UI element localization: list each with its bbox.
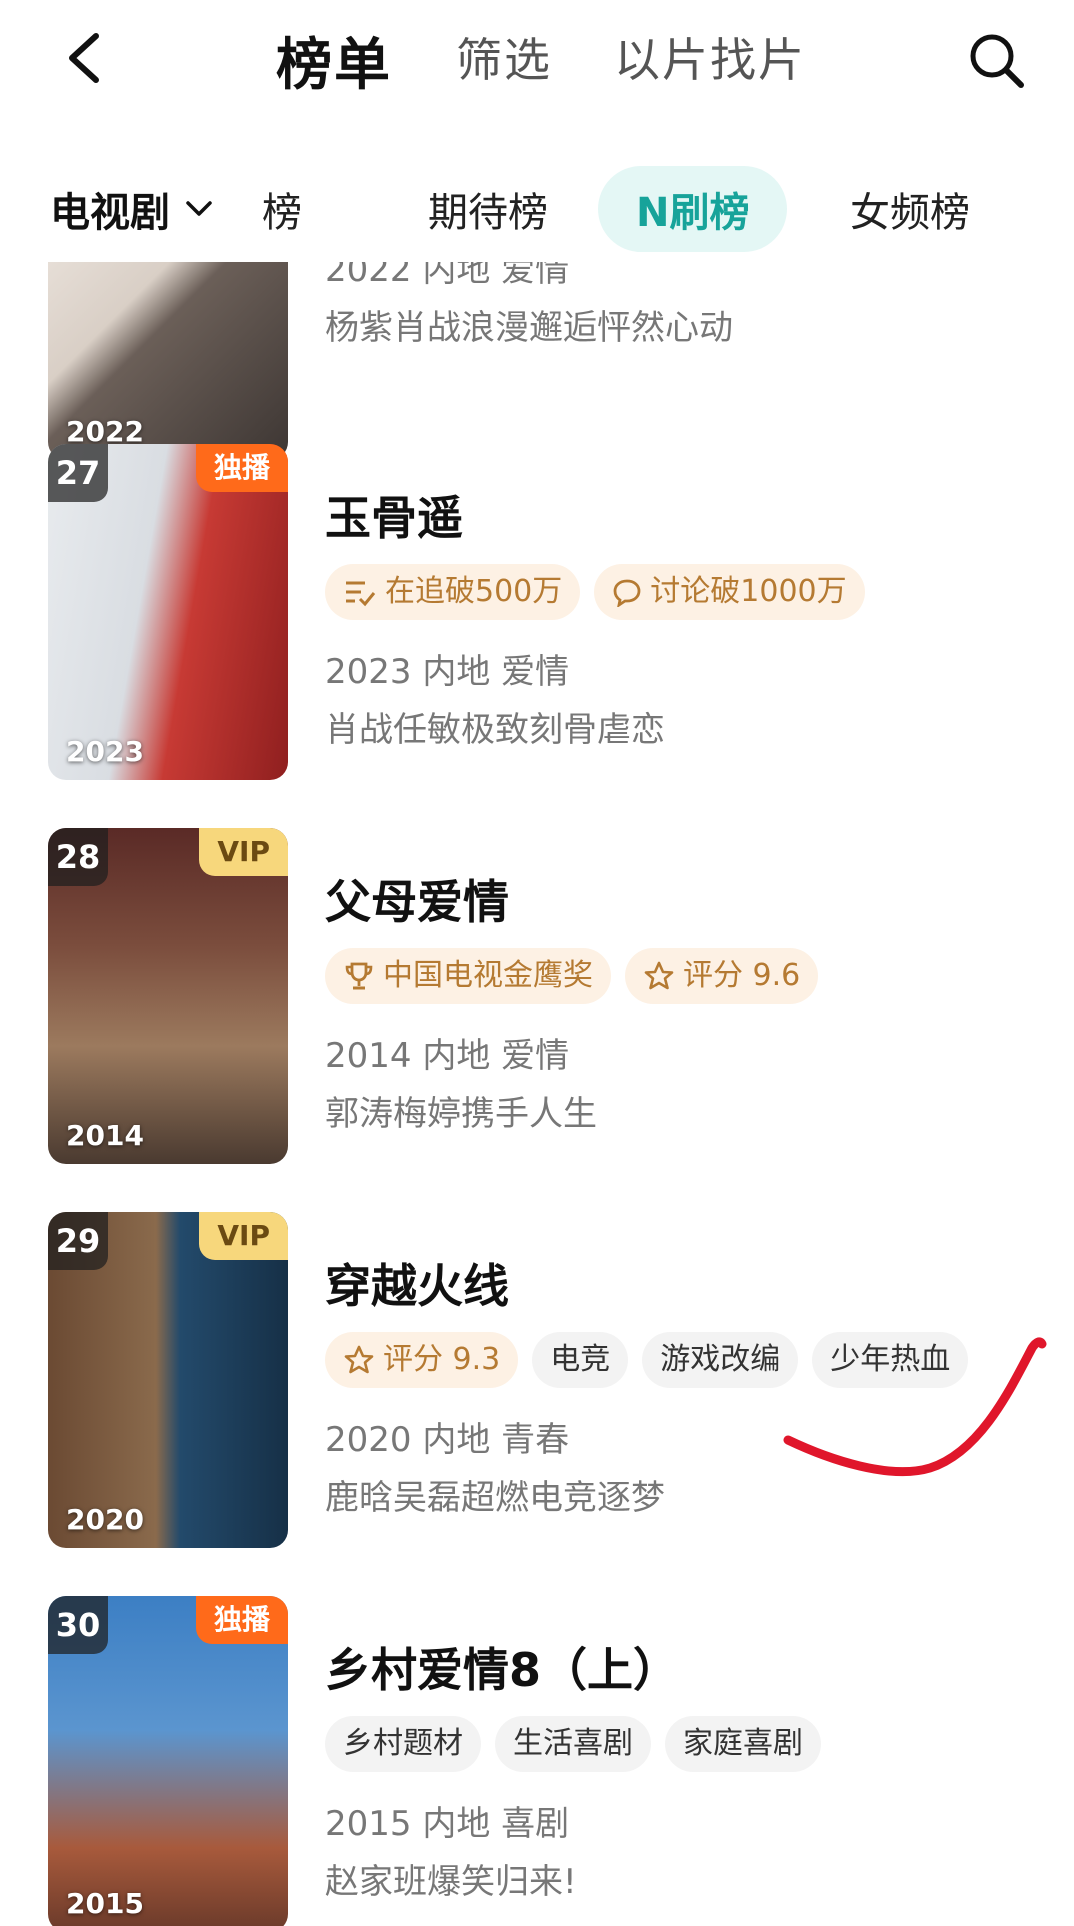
tag: 乡村题材: [325, 1716, 481, 1772]
tag: 讨论破1000万: [594, 564, 865, 620]
vip-badge: VIP: [199, 828, 288, 876]
item-desc: 肖战任敏极致刻骨虐恋: [325, 710, 665, 750]
item-desc: 鹿晗吴磊超燃电竞逐梦: [325, 1478, 665, 1518]
rank-number: 29: [48, 1212, 108, 1270]
tab-female-audience[interactable]: 女频榜: [850, 180, 970, 238]
star-icon: [644, 961, 674, 990]
poster-image: 27 独播 2023: [48, 444, 288, 780]
poster-year: 2015: [66, 1887, 144, 1920]
tag-label: 生活喜剧: [513, 1726, 633, 1761]
tag-label: 在追破500万: [385, 574, 563, 609]
item-meta: 2023 内地 爱情: [325, 652, 570, 692]
tag: 评分 9.6: [625, 948, 819, 1004]
poster-year: 2014: [66, 1119, 144, 1152]
search-icon[interactable]: [966, 30, 1026, 90]
tag-label: 评分 9.6: [683, 958, 801, 993]
back-arrow-icon[interactable]: [62, 30, 106, 86]
category-label: 电视剧: [50, 190, 170, 236]
rank-number: 30: [48, 1596, 108, 1654]
tag-list: 中国电视金鹰奖 评分 9.6: [325, 948, 819, 1004]
poster-image: 30 独播 2015: [48, 1596, 288, 1926]
chevron-down-icon: [186, 201, 212, 216]
item-desc: 赵家班爆笑归来!: [325, 1862, 577, 1902]
tag: 在追破500万: [325, 564, 581, 620]
tag-label: 电竞: [550, 1342, 611, 1377]
ranking-list: 2022 2022 内地 爱情 杨紫肖战浪漫邂逅怦然心动 27 独播 2023 …: [0, 262, 1074, 1926]
tab-find-by-film[interactable]: 以片找片: [614, 24, 806, 90]
tag-label: 乡村题材: [343, 1726, 463, 1761]
item-title: 乡村爱情8（上）: [325, 1643, 680, 1697]
poster-year: 2023: [66, 735, 144, 768]
scroll-fade: [1034, 150, 1074, 260]
tag: 电竞: [532, 1332, 629, 1388]
tab-rewatch[interactable]: N刷榜: [598, 166, 788, 252]
star-icon: [344, 1345, 374, 1374]
list-item[interactable]: 2022 2022 内地 爱情 杨紫肖战浪漫邂逅怦然心动: [0, 262, 1074, 464]
item-desc: 郭涛梅婷携手人生: [325, 1094, 597, 1134]
exclusive-badge: 独播: [195, 444, 288, 492]
tag: 评分 9.3: [325, 1332, 519, 1388]
list-item[interactable]: 27 独播 2023 玉骨遥 在追破500万 讨论破1000万 2023 内地 …: [0, 444, 1074, 784]
tag-label: 家庭喜剧: [683, 1726, 803, 1761]
item-title: 穿越火线: [325, 1259, 509, 1313]
item-meta: 2015 内地 喜剧: [325, 1804, 570, 1844]
tag: 生活喜剧: [495, 1716, 651, 1772]
tab-rankings[interactable]: 榜单: [276, 20, 392, 101]
tab-rising-clip: 升榜: [262, 150, 342, 260]
vip-badge: VIP: [199, 1212, 288, 1260]
tag-list: 在追破500万 讨论破1000万: [325, 564, 865, 620]
category-dropdown[interactable]: 电视剧: [50, 180, 214, 238]
item-meta: 2020 内地 青春: [325, 1420, 570, 1460]
exclusive-badge: 独播: [195, 1596, 288, 1644]
annotation-checkmark: [783, 1337, 1047, 1477]
tag-label: 中国电视金鹰奖: [383, 958, 593, 993]
tab-rising[interactable]: 升榜: [262, 180, 302, 238]
item-title: 玉骨遥: [325, 491, 463, 545]
tag-label: 讨论破1000万: [650, 574, 847, 609]
tag: 中国电视金鹰奖: [325, 948, 611, 1004]
rank-number: 27: [48, 444, 108, 502]
tag: 家庭喜剧: [665, 1716, 821, 1772]
item-meta: 2014 内地 爱情: [325, 1036, 570, 1076]
rank-number: 28: [48, 828, 108, 886]
poster-image: 28 VIP 2014: [48, 828, 288, 1164]
top-bar: 榜单 筛选 以片找片: [0, 0, 1074, 120]
tab-filter[interactable]: 筛选: [456, 24, 552, 90]
trophy-icon: [345, 962, 373, 990]
chat-bubble-icon: [613, 579, 641, 607]
poster-image: 29 VIP 2020: [48, 1212, 288, 1548]
poster-image: 2022: [48, 262, 288, 460]
tab-anticipated[interactable]: 期待榜: [428, 180, 548, 238]
poster-year: 2020: [66, 1503, 144, 1536]
list-item[interactable]: 30 独播 2015 乡村爱情8（上） 乡村题材 生活喜剧 家庭喜剧 2015 …: [0, 1596, 1074, 1926]
ranking-subtabs: 电视剧 升榜 期待榜 N刷榜 女频榜: [0, 150, 1074, 260]
tag-list: 乡村题材 生活喜剧 家庭喜剧: [325, 1716, 821, 1772]
tag-label: 游戏改编: [660, 1342, 781, 1377]
tag-label: 评分 9.3: [383, 1342, 501, 1377]
item-meta: 2022 内地 爱情: [325, 262, 570, 290]
item-desc: 杨紫肖战浪漫邂逅怦然心动: [325, 308, 733, 348]
list-item[interactable]: 28 VIP 2014 父母爱情 中国电视金鹰奖 评分 9.6 2014 内地 …: [0, 828, 1074, 1168]
list-check-icon: [346, 581, 376, 607]
item-title: 父母爱情: [325, 875, 509, 929]
